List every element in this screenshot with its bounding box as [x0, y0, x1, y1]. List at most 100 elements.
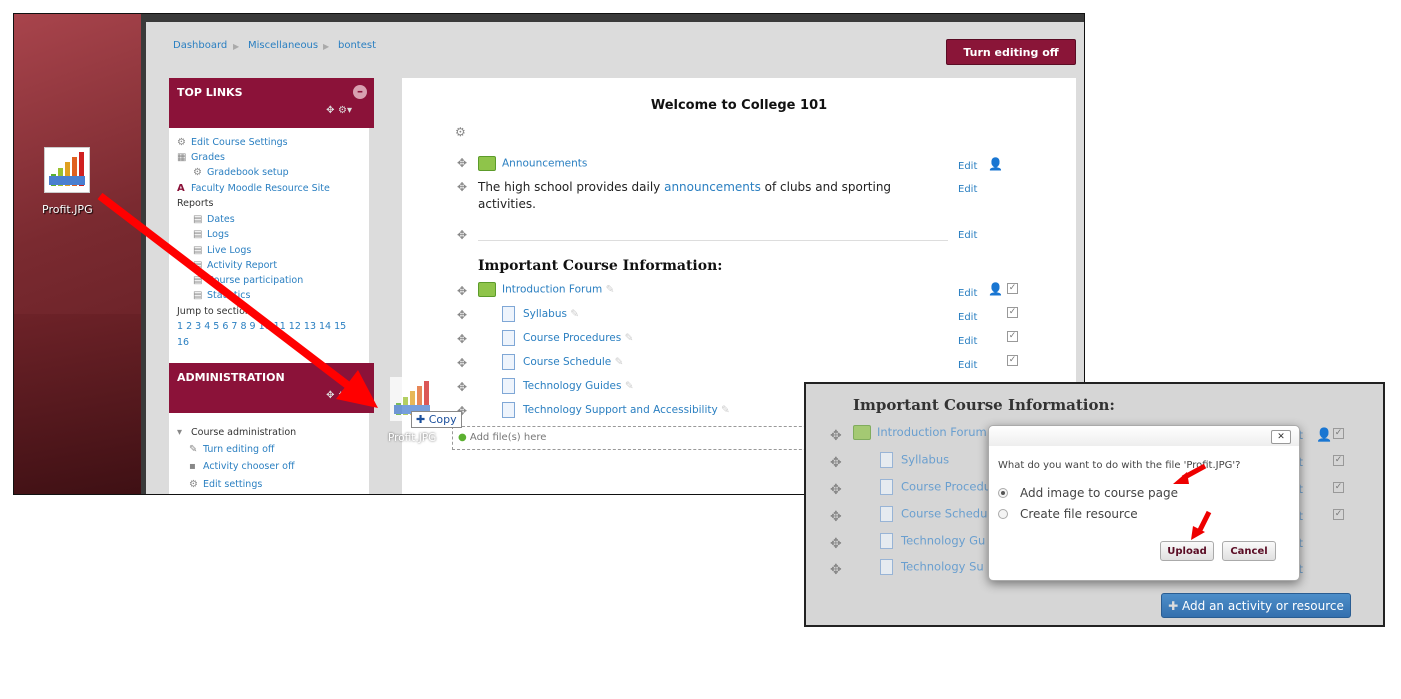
edit-link[interactable]: Edit [958, 360, 977, 371]
announcements-link[interactable]: announcements [664, 180, 761, 194]
close-button[interactable]: ✕ [1271, 430, 1291, 444]
completion-checkbox: ✓ [1333, 455, 1344, 466]
move-icon[interactable]: ✥ [457, 380, 467, 394]
page-icon [502, 306, 515, 322]
user-icon[interactable]: 👤 [988, 282, 1003, 296]
activity-link[interactable]: Introduction Forum [502, 284, 602, 296]
cancel-button[interactable]: Cancel [1222, 541, 1276, 561]
edit-link[interactable]: Edit [958, 230, 977, 241]
completion-checkbox[interactable]: ✓ [1007, 355, 1018, 366]
activity-link[interactable]: Syllabus [523, 308, 567, 320]
page-icon [502, 378, 515, 394]
completion-checkbox[interactable]: ✓ [1007, 331, 1018, 342]
grades-table-icon: ▦ [177, 152, 187, 163]
edit-title-pencil-icon[interactable]: ✎ [721, 404, 730, 416]
activity-row: Introduction Forum [853, 425, 987, 440]
bullet-icon: ▪ [189, 461, 196, 472]
section-title: Important Course Information: [478, 258, 723, 274]
move-config-icons[interactable]: ✥ ⚙▾ [326, 390, 352, 401]
link-grades[interactable]: Grades [191, 152, 225, 163]
activity-row: Course Procedures ✎ [502, 330, 633, 346]
profit-file-icon[interactable] [44, 147, 90, 193]
upload-button[interactable]: Upload [1160, 541, 1214, 561]
activity-link: Introduction Forum [877, 425, 987, 439]
edit-title-pencil-icon[interactable]: ✎ [615, 356, 624, 368]
move-icon: ✥ [830, 482, 842, 498]
gear-icon: ⚙ [193, 167, 202, 178]
move-icon[interactable]: ✥ [457, 284, 467, 298]
section-settings-icon[interactable]: ⚙ [455, 125, 466, 139]
activity-link[interactable]: Course Procedures [523, 332, 621, 344]
desc-text: The high school provides daily [478, 180, 665, 194]
activity-link[interactable]: Course Schedule [523, 356, 611, 368]
desktop-background-lower [14, 314, 141, 494]
report-icon: ▤ [193, 229, 203, 240]
course-title: Welcome to College 101 [650, 98, 828, 113]
move-icon[interactable]: ✥ [457, 228, 467, 242]
completion-checkbox[interactable]: ✓ [1007, 283, 1018, 294]
forum-icon [853, 425, 871, 440]
move-icon[interactable]: ✥ [457, 156, 467, 170]
activity-row: Technology Su [880, 559, 984, 575]
link-activity-report[interactable]: Activity Report [207, 260, 277, 271]
link-gradebook-setup[interactable]: Gradebook setup [207, 167, 289, 178]
move-icon[interactable]: ✥ [457, 180, 467, 194]
move-config-icons[interactable]: ✥ ⚙▾ [326, 105, 352, 116]
radio-add-image[interactable] [998, 488, 1008, 498]
activity-row: Technology Guides ✎ [502, 378, 634, 394]
move-icon[interactable]: ✥ [457, 308, 467, 322]
link-logs[interactable]: Logs [207, 229, 229, 240]
activity-link[interactable]: Technology Support and Accessibility [523, 404, 718, 416]
add-files-dropzone[interactable]: ● Add file(s) here [452, 426, 832, 450]
plus-icon: ✚ [1168, 598, 1179, 613]
edit-title-pencil-icon[interactable]: ✎ [606, 284, 615, 296]
move-icon[interactable]: ✥ [457, 356, 467, 370]
radio-create-file-resource[interactable] [998, 509, 1008, 519]
link-course-participation[interactable]: Course participation [207, 275, 303, 286]
edit-link[interactable]: Edit [958, 336, 977, 347]
breadcrumb-separator: ▶ [233, 42, 240, 51]
turn-editing-off-button[interactable]: Turn editing off [946, 39, 1076, 65]
activity-row: Technology Support and Accessibility ✎ [502, 402, 730, 418]
link-statistics[interactable]: Statistics [207, 290, 250, 301]
edit-link[interactable]: Edit [958, 184, 977, 195]
move-icon[interactable]: ✥ [457, 332, 467, 346]
link-dates[interactable]: Dates [207, 214, 235, 225]
option-add-image-label[interactable]: Add image to course page [1020, 486, 1178, 500]
edit-title-pencil-icon[interactable]: ✎ [570, 308, 579, 320]
activity-link: Technology Su [901, 559, 984, 574]
activity-announcements[interactable]: Announcements [502, 158, 587, 170]
top-links-block: TOP LINKS – ✥ ⚙▾ ⚙ Edit Course Settings ▦… [169, 78, 374, 364]
option-create-file-label[interactable]: Create file resource [1020, 507, 1138, 521]
jump-to-section-label: Jump to section: [177, 306, 255, 317]
link-live-logs[interactable]: Live Logs [207, 245, 251, 256]
edit-link[interactable]: Edit [958, 312, 977, 323]
course-administration-label[interactable]: Course administration [191, 427, 296, 438]
copy-label: Copy [428, 413, 457, 426]
edit-link[interactable]: Edit [958, 161, 977, 172]
move-icon: ✥ [830, 509, 842, 525]
reports-label: Reports [177, 198, 214, 209]
edit-title-pencil-icon[interactable]: ✎ [625, 332, 634, 344]
link-edit-course-settings[interactable]: Edit Course Settings [191, 137, 288, 148]
activity-link[interactable]: Technology Guides [523, 380, 621, 392]
section-link-16[interactable]: 16 [177, 337, 189, 348]
section-links[interactable]: 1 2 3 4 5 6 7 8 9 10 11 12 13 14 15 [177, 321, 346, 332]
breadcrumb-bontest[interactable]: bontest [338, 40, 376, 51]
activity-link: Technology Gu [901, 533, 986, 548]
link-activity-chooser-off[interactable]: Activity chooser off [203, 461, 295, 472]
edit-title-pencil-icon[interactable]: ✎ [625, 380, 634, 392]
file-icon-label: Profit.JPG [42, 203, 93, 216]
add-activity-button[interactable]: ✚ Add an activity or resource [1161, 593, 1351, 618]
link-faculty-moodle[interactable]: Faculty Moodle Resource Site [191, 183, 330, 194]
collapse-icon[interactable]: – [353, 85, 367, 99]
profit-chart-icon [49, 152, 85, 186]
breadcrumb-dashboard[interactable]: Dashboard [173, 40, 227, 51]
user-icon[interactable]: 👤 [988, 157, 1003, 171]
breadcrumb-miscellaneous[interactable]: Miscellaneous [248, 40, 318, 51]
edit-link[interactable]: Edit [958, 288, 977, 299]
link-edit-settings[interactable]: Edit settings [203, 479, 262, 490]
link-turn-editing-off[interactable]: Turn editing off [203, 444, 274, 455]
activity-link: Syllabus [901, 452, 950, 467]
completion-checkbox[interactable]: ✓ [1007, 307, 1018, 318]
